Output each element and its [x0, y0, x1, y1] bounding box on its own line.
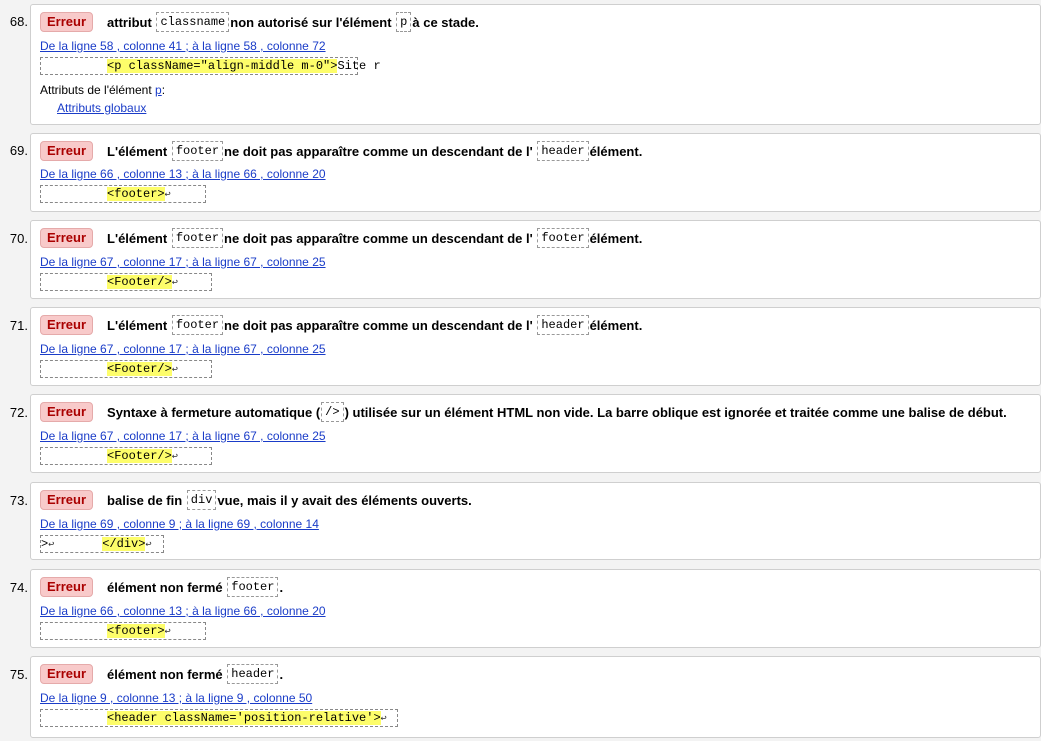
- location-link[interactable]: De la ligne 66 , colonne 13 ; à la ligne…: [40, 167, 326, 181]
- message-number: 74.: [9, 580, 28, 595]
- source-extract: <footer>↩: [40, 622, 206, 640]
- code-snippet: header: [227, 664, 279, 684]
- location-link[interactable]: De la ligne 66 , colonne 13 ; à la ligne…: [40, 604, 326, 618]
- global-attributes-link[interactable]: Attributs globaux: [57, 101, 146, 115]
- code-snippet: header: [537, 141, 589, 161]
- location-link[interactable]: De la ligne 58 , colonne 41 ; à la ligne…: [40, 39, 326, 53]
- extract-highlight: <Footer/>: [107, 449, 172, 463]
- location-link[interactable]: De la ligne 9 , colonne 13 ; à la ligne …: [40, 691, 312, 705]
- message-card: Erreur élément non fermé header. De la l…: [30, 656, 1041, 738]
- extract-highlight: <Footer/>: [107, 362, 172, 376]
- return-icon: ↩: [171, 278, 178, 289]
- error-badge: Erreur: [40, 402, 94, 422]
- message-heading: Erreur élément non fermé header.: [40, 664, 283, 684]
- message-heading: Erreur L'élément footer ne doit pas appar…: [40, 315, 642, 335]
- code-snippet: footer: [171, 315, 224, 335]
- message-heading: Erreur L'élément footer ne doit pas appar…: [40, 141, 642, 161]
- code-snippet: footer: [171, 141, 224, 161]
- source-extract: <header className='position-relative'>↩: [40, 709, 398, 727]
- error-badge: Erreur: [40, 664, 94, 684]
- location-link[interactable]: De la ligne 69 , colonne 9 ; à la ligne …: [40, 517, 319, 531]
- extract-highlight: <header className='position-relative'>: [107, 711, 381, 725]
- return-icon: ↩: [380, 714, 387, 725]
- error-badge: Erreur: [40, 315, 94, 335]
- extract-highlight: <Footer/>: [107, 275, 172, 289]
- extract-highlight: </div>: [102, 537, 146, 551]
- return-icon: ↩: [164, 627, 171, 638]
- location-link[interactable]: De la ligne 67 , colonne 17 ; à la ligne…: [40, 429, 326, 443]
- code-snippet: footer: [171, 228, 224, 248]
- return-icon: ↩: [48, 540, 55, 551]
- error-badge: Erreur: [40, 228, 94, 248]
- location-link[interactable]: De la ligne 67 , colonne 17 ; à la ligne…: [40, 342, 326, 356]
- message-card: Erreur balise de fin div vue, mais il y a…: [30, 482, 1041, 560]
- return-icon: ↩: [171, 365, 178, 376]
- extract-highlight: <p className="align-middle m-0">: [107, 59, 338, 73]
- location-link[interactable]: De la ligne 67 , colonne 17 ; à la ligne…: [40, 255, 326, 269]
- error-badge: Erreur: [40, 490, 94, 510]
- message-card: Erreur L'élément footer ne doit pas appar…: [30, 307, 1041, 386]
- element-link[interactable]: p: [155, 83, 162, 97]
- error-badge: Erreur: [40, 12, 94, 32]
- message-heading: Erreur élément non fermé footer.: [40, 577, 283, 597]
- source-extract: >↩ </div>↩: [40, 535, 164, 553]
- source-extract: <p className="align-middle m-0">Site r: [40, 57, 381, 75]
- source-extract: <Footer/>↩: [40, 360, 212, 378]
- message-card: Erreur élément non fermé footer. De la l…: [30, 569, 1041, 648]
- message-card: Erreur L'élément footer ne doit pas appar…: [30, 133, 1041, 212]
- extract-highlight: <footer>: [107, 624, 165, 638]
- message-number: 71.: [9, 318, 28, 333]
- message-number: 73.: [9, 493, 28, 508]
- error-badge: Erreur: [40, 577, 94, 597]
- message-number: 72.: [9, 405, 28, 420]
- extract-highlight: <footer>: [107, 187, 165, 201]
- error-badge: Erreur: [40, 141, 94, 161]
- message-number: 75.: [9, 667, 28, 682]
- message-heading: Erreur balise de fin div vue, mais il y a…: [40, 490, 472, 510]
- message-heading: Erreur attribut classname non autorisé su…: [40, 12, 479, 32]
- code-snippet: footer: [227, 577, 279, 597]
- return-icon: ↩: [171, 452, 178, 463]
- code-snippet: div: [186, 490, 217, 510]
- source-extract: <footer>↩: [40, 185, 206, 203]
- code-snippet: p: [396, 12, 412, 32]
- return-icon: ↩: [145, 540, 152, 551]
- message-number: 70.: [9, 231, 28, 246]
- code-snippet: footer: [537, 228, 589, 248]
- message-number: 68.: [9, 14, 28, 29]
- attributes-label: Attributs de l'élément p:: [40, 83, 166, 97]
- message-heading: Erreur L'élément footer ne doit pas appar…: [40, 228, 642, 248]
- code-snippet: classname: [156, 12, 230, 32]
- message-card: Erreur Syntaxe à fermeture automatique (…: [30, 394, 1041, 473]
- source-extract: <Footer/>↩: [40, 447, 212, 465]
- message-number: 69.: [9, 143, 28, 158]
- code-snippet: header: [537, 315, 589, 335]
- source-extract: <Footer/>↩: [40, 273, 212, 291]
- message-heading: Erreur Syntaxe à fermeture automatique (…: [40, 402, 1007, 422]
- return-icon: ↩: [164, 190, 171, 201]
- message-card: Erreur L'élément footer ne doit pas appar…: [30, 220, 1041, 299]
- code-snippet: />: [321, 402, 344, 422]
- message-card: Erreur attribut classname non autorisé su…: [30, 4, 1041, 125]
